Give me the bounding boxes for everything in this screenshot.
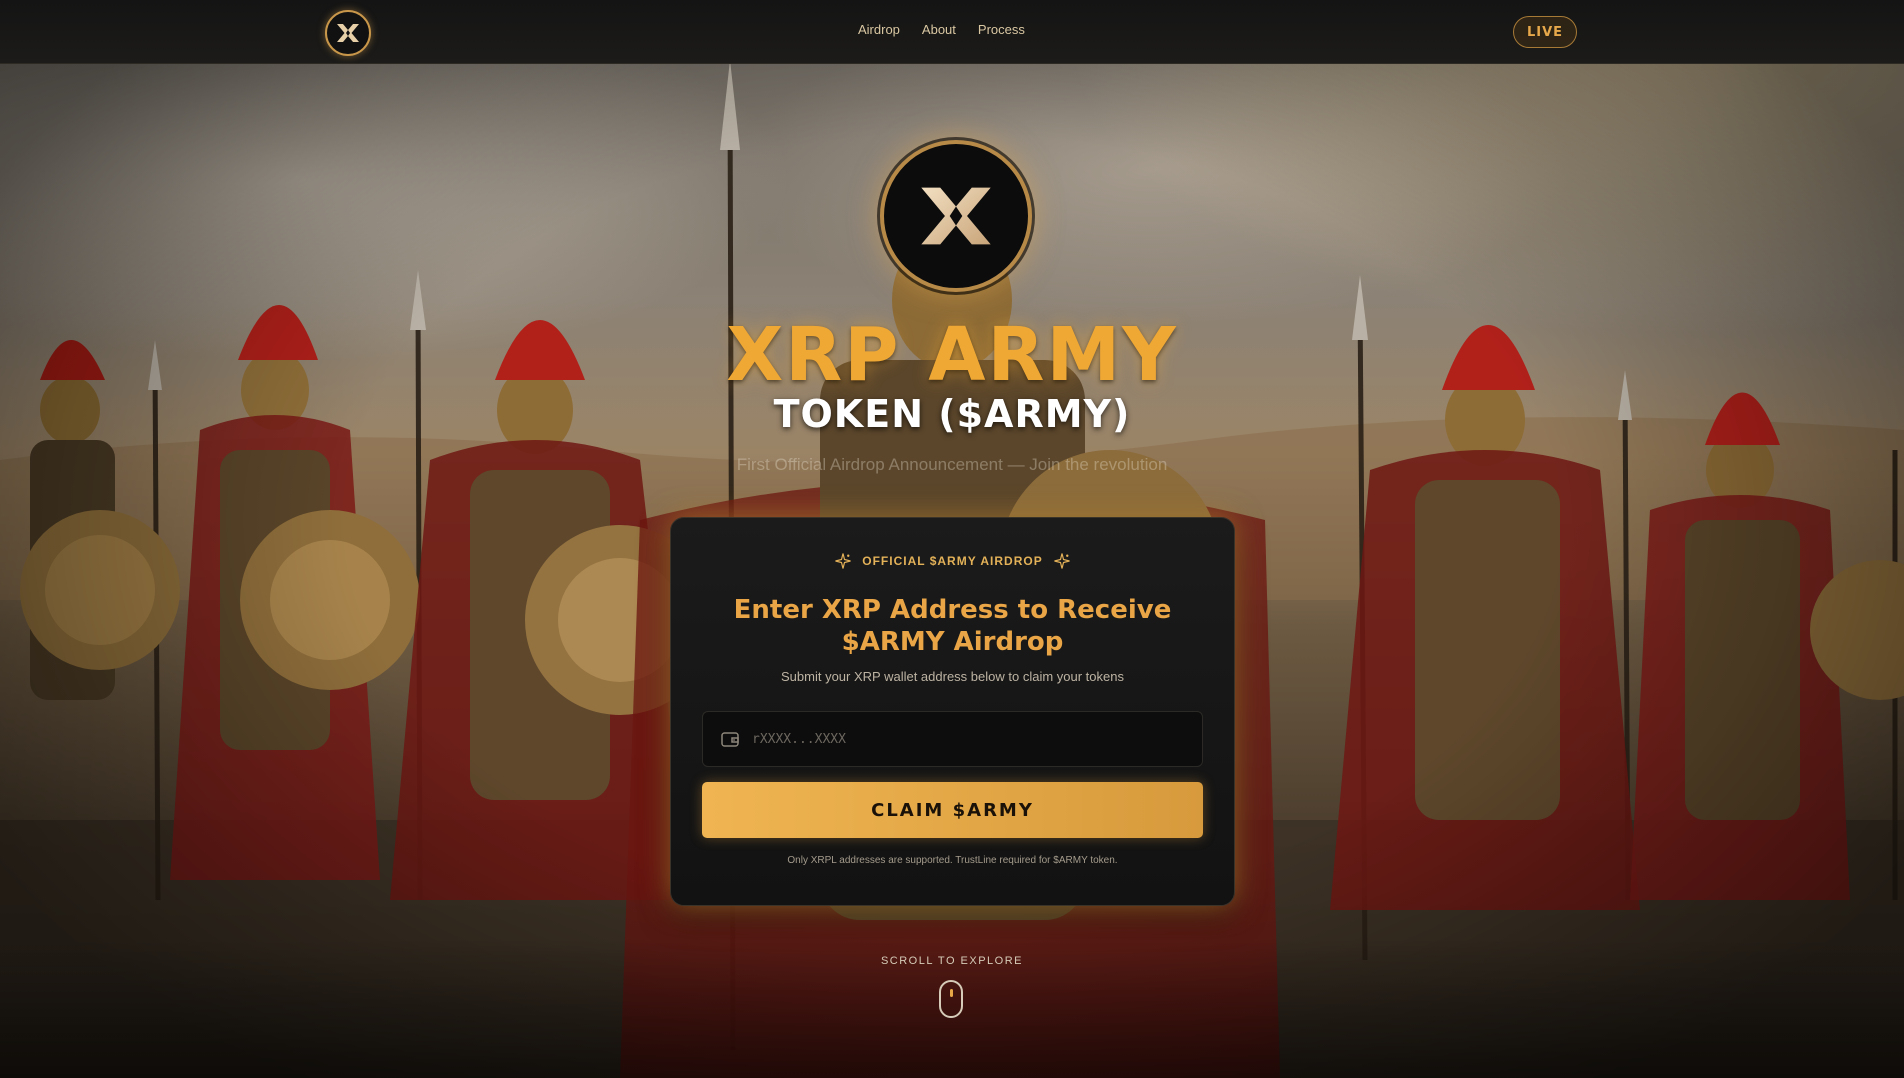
mouse-wheel (950, 989, 953, 997)
airdrop-card: OFFICIAL $ARMY AIRDROP Enter XRP Address… (670, 517, 1235, 906)
top-navbar: Airdrop About Process LIVE (0, 0, 1904, 64)
claim-button[interactable]: CLAIM $ARMY (702, 782, 1203, 838)
card-description: Submit your XRP wallet address below to … (781, 669, 1124, 684)
xrp-address-input[interactable] (750, 718, 1202, 760)
nav-link-about[interactable]: About (922, 22, 956, 37)
hero-logo (880, 140, 1032, 292)
nav-logo[interactable] (325, 10, 371, 56)
xrp-army-logo-icon (921, 187, 991, 245)
nav-link-airdrop[interactable]: Airdrop (858, 22, 900, 37)
hero-announcement: First Official Airdrop Announcement — Jo… (736, 455, 1168, 474)
live-badge: LIVE (1513, 16, 1577, 48)
mouse-scroll-icon[interactable] (939, 980, 963, 1018)
card-note: Only XRPL addresses are supported. Trust… (787, 855, 1118, 866)
nav-link-process[interactable]: Process (978, 22, 1025, 37)
xrp-army-logo-icon (337, 24, 359, 42)
sparkle-icon (1054, 553, 1070, 569)
nav-links: Airdrop About Process (858, 22, 1025, 37)
wallet-icon (720, 729, 740, 749)
badge-label: OFFICIAL $ARMY AIRDROP (862, 554, 1043, 568)
hero-subtitle: TOKEN ($ARMY) (773, 392, 1131, 436)
sparkle-icon (835, 553, 851, 569)
scroll-label: SCROLL TO EXPLORE (880, 955, 1024, 967)
card-title: Enter XRP Address to Receive $ARMY Airdr… (733, 595, 1172, 657)
airdrop-badge: OFFICIAL $ARMY AIRDROP (671, 552, 1234, 570)
address-field[interactable] (702, 711, 1203, 767)
hero-title: XRP ARMY (726, 312, 1178, 398)
